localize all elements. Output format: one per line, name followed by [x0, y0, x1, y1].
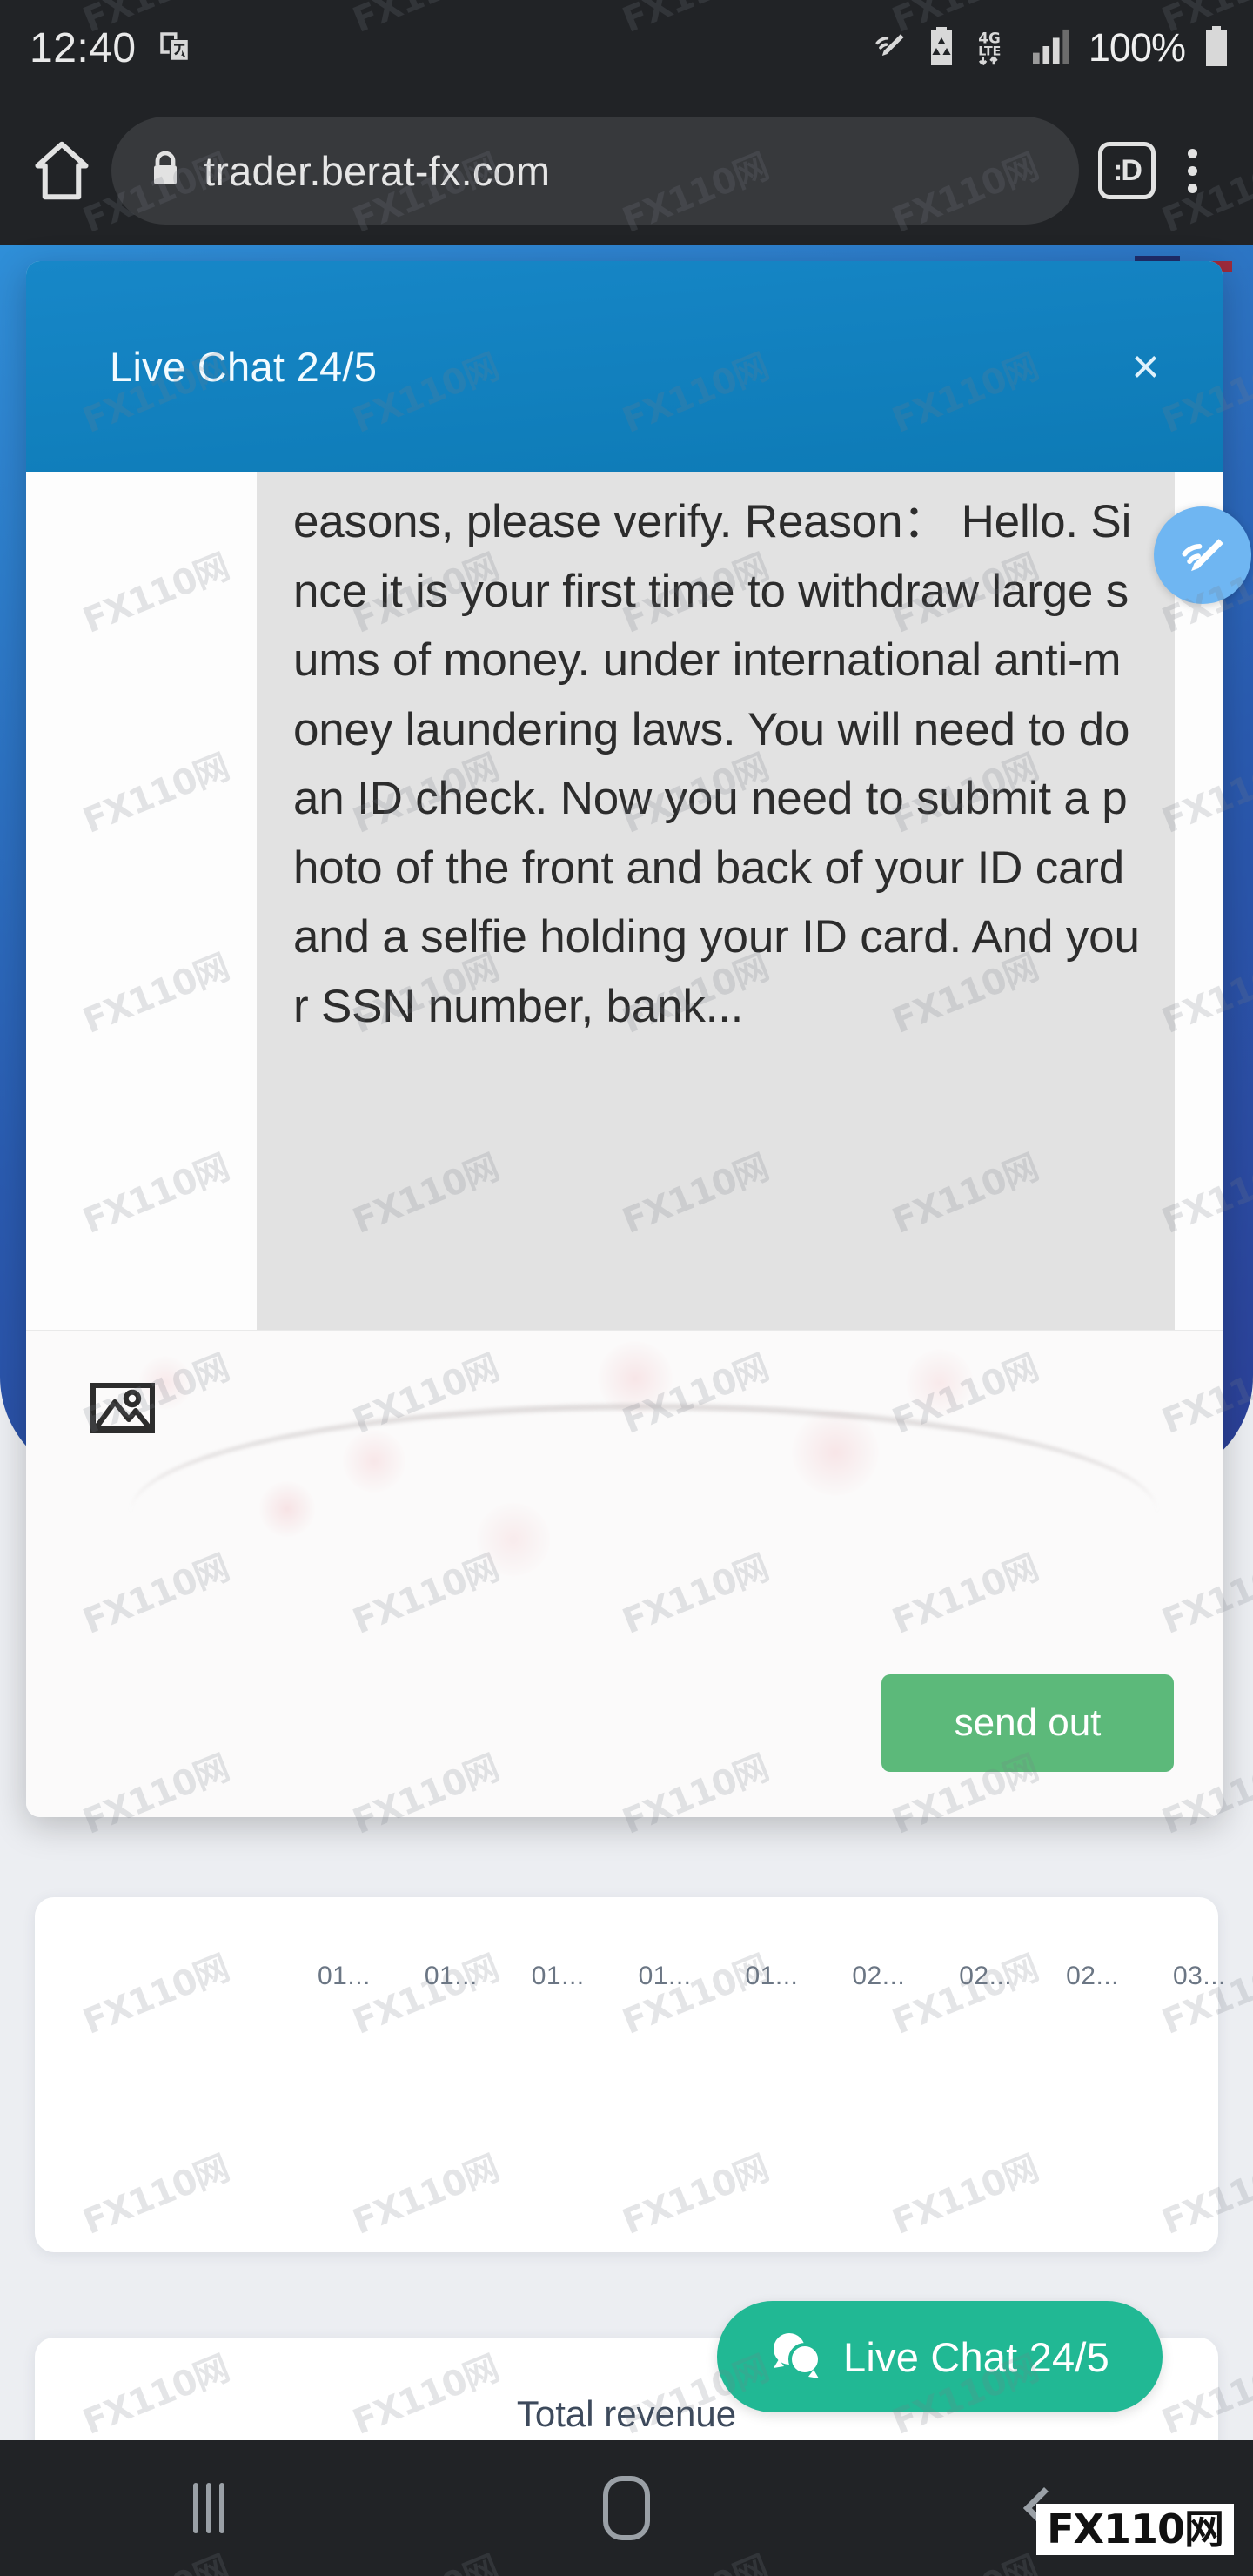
- axis-label: 01...: [424, 1962, 478, 1990]
- status-clock: 12:40: [30, 24, 137, 71]
- browser-toolbar: trader.berat-fx.com :D: [0, 96, 1253, 245]
- battery-saver-icon: [927, 26, 956, 70]
- live-chat-panel: Live Chat 24/5 × easons, please verify. …: [26, 261, 1223, 1817]
- spen-air-command-icon[interactable]: [1154, 506, 1251, 604]
- home-button[interactable]: [418, 2476, 835, 2540]
- fx110-logo-watermark: FX110网: [1036, 2504, 1234, 2555]
- live-chat-title: Live Chat 24/5: [110, 343, 378, 390]
- live-chat-header: Live Chat 24/5 ×: [26, 261, 1223, 472]
- status-bar-right: 4G LTE 100%: [871, 25, 1230, 70]
- axis-label: 02...: [852, 1962, 906, 1990]
- chart-card: [35, 1897, 1218, 2252]
- axis-label: 02...: [1066, 1962, 1119, 1990]
- url-text: trader.berat-fx.com: [204, 147, 551, 194]
- tabs-icon[interactable]: :D: [1098, 142, 1156, 199]
- home-icon[interactable]: [24, 139, 99, 202]
- spen-wifi-icon: [871, 27, 909, 70]
- screen-root: 12:40 4G LTE 100% trader.berat-fx.com:D…: [0, 0, 1253, 2576]
- axis-label: 03...: [1173, 1962, 1226, 1990]
- axis-label: 02...: [959, 1962, 1013, 1990]
- close-icon[interactable]: ×: [1116, 337, 1176, 396]
- chat-bubbles-icon: [770, 2330, 824, 2385]
- image-attachment-icon[interactable]: [90, 1383, 155, 1438]
- axis-label: 01...: [745, 1962, 799, 1990]
- battery-icon: [1203, 25, 1230, 70]
- axis-label: 01...: [638, 1962, 692, 1990]
- 4g-lte-icon: 4G LTE: [974, 26, 1014, 70]
- live-chat-input-area: send out: [26, 1330, 1223, 1817]
- android-navigation-bar: FX110网: [0, 2440, 1253, 2576]
- svg-text:4G: 4G: [978, 29, 1000, 46]
- translate-icon: [156, 28, 192, 69]
- overflow-menu-icon[interactable]: [1156, 148, 1229, 193]
- send-button[interactable]: send out: [881, 1674, 1174, 1772]
- recents-button[interactable]: [0, 2483, 418, 2533]
- address-bar[interactable]: trader.berat-fx.com: [111, 117, 1079, 225]
- live-chat-message-list[interactable]: easons, please verify. Reason： Hello. Si…: [26, 472, 1223, 1330]
- chat-message-bubble: easons, please verify. Reason： Hello. Si…: [257, 472, 1175, 1330]
- recents-icon: [193, 2483, 224, 2533]
- home-nav-icon: [603, 2476, 650, 2540]
- axis-label: 01...: [531, 1962, 585, 1990]
- battery-percent-label: 100%: [1088, 25, 1186, 70]
- axis-label: 01...: [318, 1962, 371, 1990]
- svg-text:LTE: LTE: [978, 44, 1001, 58]
- signal-bars-icon: [1031, 28, 1071, 69]
- status-bar: 12:40 4G LTE 100%: [0, 0, 1253, 96]
- chart-x-axis-labels: 01... 01... 01... 01... 01... 02... 02..…: [0, 1962, 1225, 1991]
- live-chat-fab-button[interactable]: Live Chat 24/5: [717, 2301, 1163, 2412]
- lock-icon: [150, 150, 181, 192]
- live-chat-fab-label: Live Chat 24/5: [843, 2333, 1109, 2380]
- status-bar-left: 12:40: [30, 24, 192, 72]
